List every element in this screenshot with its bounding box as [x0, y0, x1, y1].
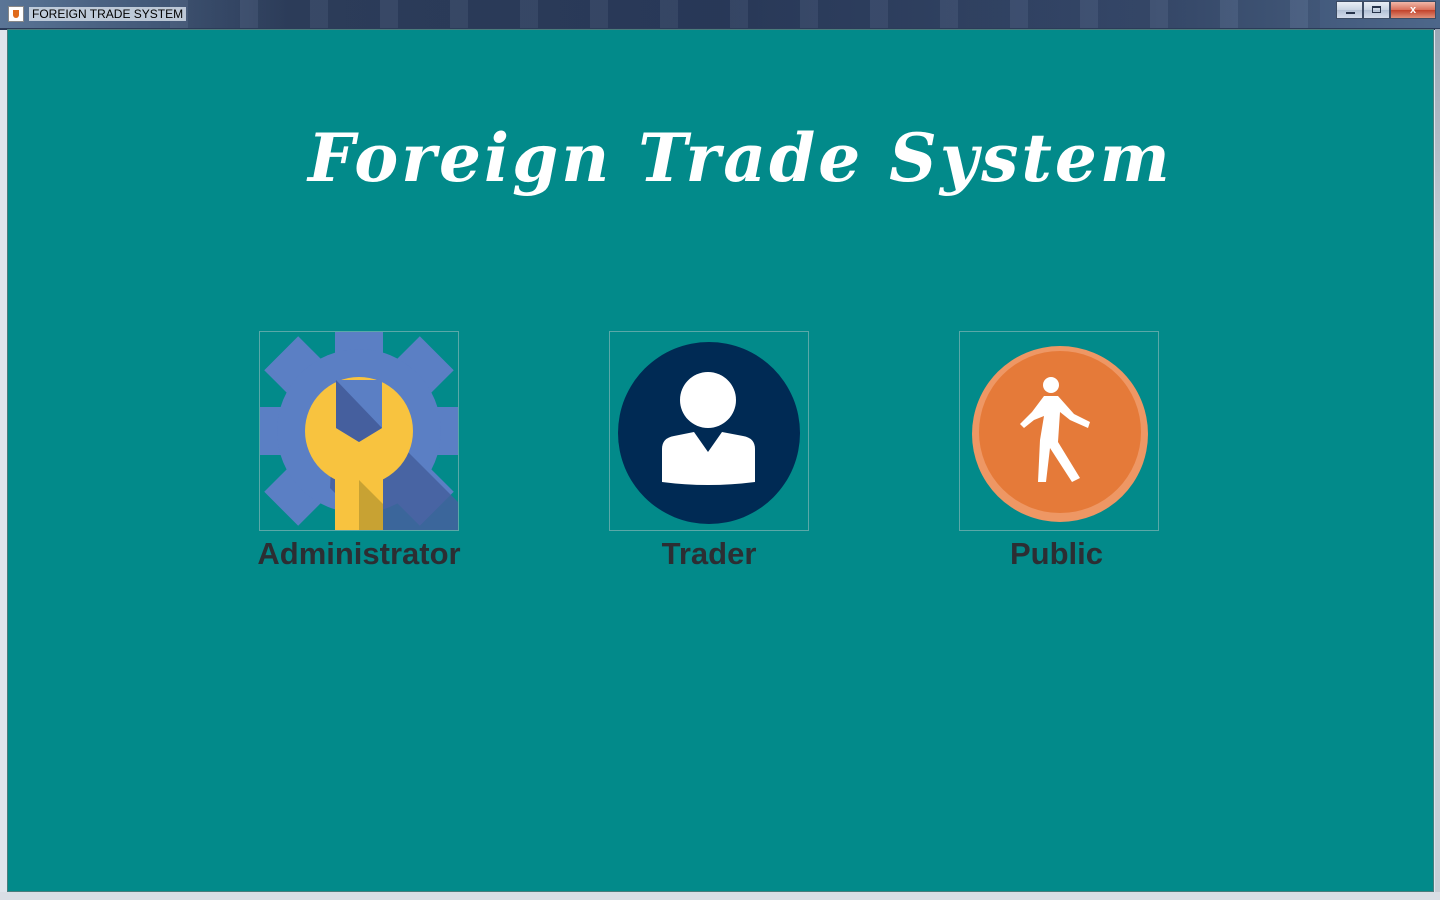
java-app-icon[interactable] [8, 6, 24, 22]
walking-person-icon [972, 346, 1148, 522]
window-frame-bottom [0, 892, 1440, 900]
title-bar-background [170, 0, 1320, 28]
public-button[interactable] [959, 331, 1159, 531]
public-label[interactable]: Public [959, 536, 1154, 572]
minimize-button[interactable] [1336, 1, 1363, 19]
app-heading: Foreign Trade System [308, 119, 1173, 197]
app-window: FOREIGN TRADE SYSTEM x Foreign Trade Sys… [0, 0, 1440, 900]
trader-label[interactable]: Trader [609, 536, 809, 572]
window-controls: x [1336, 1, 1436, 20]
window-title: FOREIGN TRADE SYSTEM [29, 7, 187, 21]
close-button[interactable]: x [1390, 1, 1436, 19]
trader-button[interactable] [609, 331, 809, 531]
title-bar[interactable]: FOREIGN TRADE SYSTEM x [0, 0, 1440, 28]
main-panel: Foreign Trade System Administrator Trade… [7, 29, 1434, 892]
settings-wrench-icon [260, 332, 458, 530]
administrator-label[interactable]: Administrator [239, 536, 479, 572]
administrator-button[interactable] [259, 331, 459, 531]
maximize-button[interactable] [1363, 1, 1390, 19]
user-icon [618, 342, 800, 524]
window-frame-right [1435, 29, 1440, 892]
